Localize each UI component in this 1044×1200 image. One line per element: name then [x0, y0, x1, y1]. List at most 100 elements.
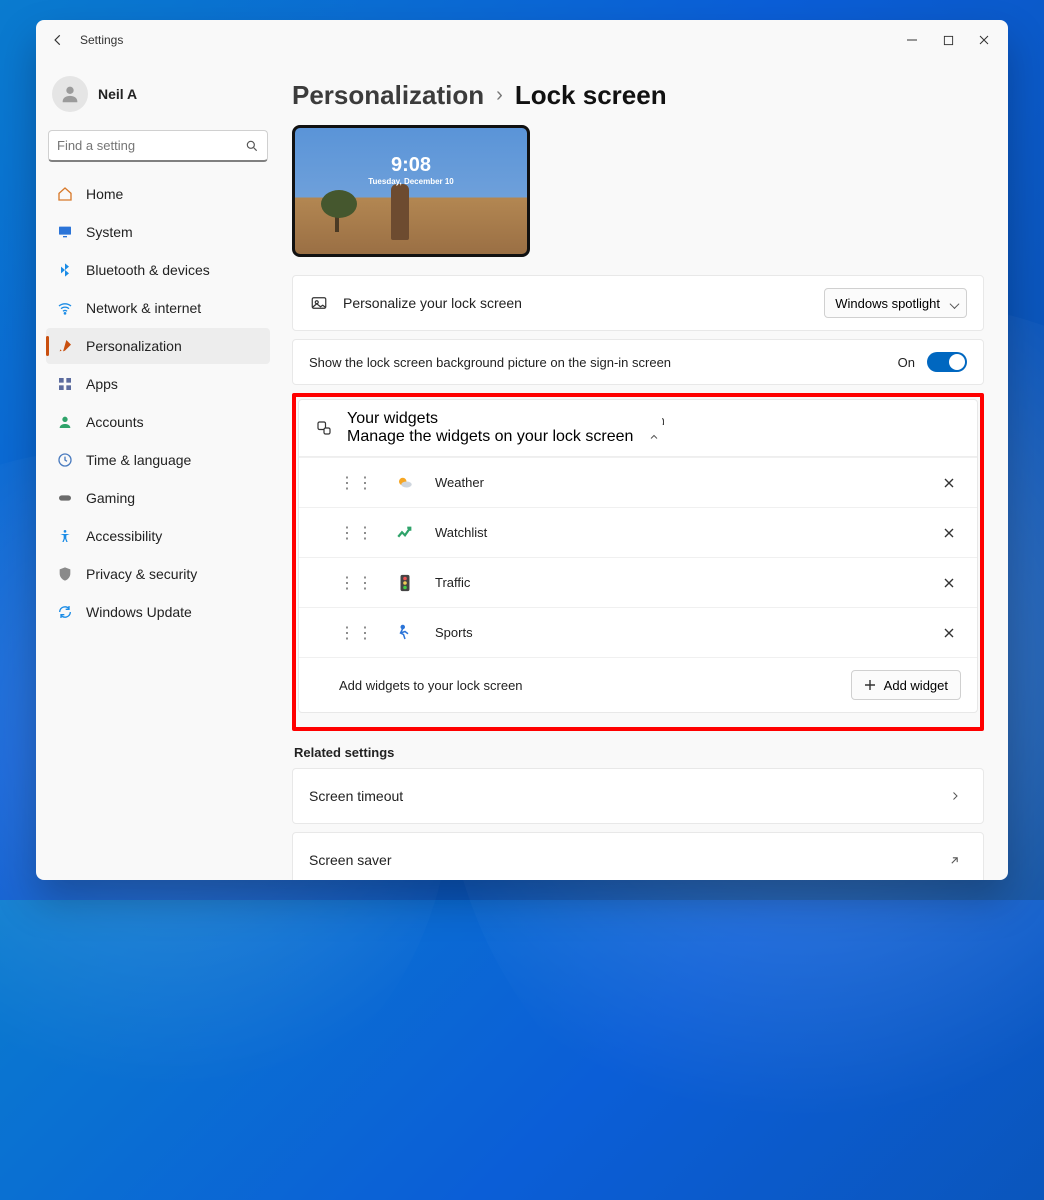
- personalize-lockscreen-row[interactable]: Personalize your lock screen Windows spo…: [293, 276, 983, 330]
- stocks-icon: [395, 523, 415, 543]
- breadcrumb-parent[interactable]: Personalization: [292, 80, 484, 111]
- nav-system[interactable]: System: [46, 214, 270, 250]
- settings-window: Settings Neil A Home System: [36, 20, 1008, 880]
- screen-saver-card[interactable]: Screen saver: [292, 832, 984, 880]
- remove-widget-button[interactable]: [937, 621, 961, 645]
- nav-windows-update[interactable]: Windows Update: [46, 594, 270, 630]
- search-icon: [245, 139, 259, 153]
- paintbrush-icon: [56, 337, 74, 355]
- nav-label: Accessibility: [86, 528, 162, 544]
- shield-icon: [56, 565, 74, 583]
- close-icon: [943, 477, 955, 489]
- gamepad-icon: [56, 489, 74, 507]
- minimize-button[interactable]: [894, 26, 930, 54]
- widget-watchlist-row[interactable]: ⋮⋮ Watchlist: [299, 507, 977, 557]
- plus-icon: [864, 679, 876, 691]
- nav-label: Home: [86, 186, 123, 202]
- drag-handle-icon[interactable]: ⋮⋮: [339, 523, 375, 543]
- widgets-icon: [315, 419, 333, 437]
- clock-icon: [56, 451, 74, 469]
- preview-date: Tuesday, December 10: [295, 177, 527, 186]
- app-title: Settings: [80, 33, 123, 47]
- avatar: [52, 76, 88, 112]
- preview-time: 9:08: [295, 154, 527, 177]
- widget-name: Weather: [435, 475, 484, 490]
- drag-handle-icon[interactable]: ⋮⋮: [339, 573, 375, 593]
- apps-icon: [56, 375, 74, 393]
- widget-traffic-row[interactable]: ⋮⋮ Traffic: [299, 557, 977, 607]
- account-icon: [56, 413, 74, 431]
- accessibility-icon: [56, 527, 74, 545]
- close-icon: [978, 34, 990, 46]
- maximize-button[interactable]: [930, 26, 966, 54]
- weather-icon: [395, 473, 415, 493]
- personalize-lockscreen-card: Personalize your lock screen Windows spo…: [292, 275, 984, 331]
- wifi-icon: [56, 299, 74, 317]
- widget-name: Watchlist: [435, 525, 487, 540]
- nav-time-language[interactable]: Time & language: [46, 442, 270, 478]
- nav-home[interactable]: Home: [46, 176, 270, 212]
- drag-handle-icon[interactable]: ⋮⋮: [339, 473, 375, 493]
- user-block[interactable]: Neil A: [42, 66, 274, 126]
- nav-gaming[interactable]: Gaming: [46, 480, 270, 516]
- close-icon: [943, 527, 955, 539]
- nav-label: Accounts: [86, 414, 144, 430]
- row-title: Screen saver: [309, 852, 391, 868]
- content: Personalization › Lock screen 9:08 Tuesd…: [280, 60, 1008, 880]
- back-button[interactable]: [42, 24, 74, 56]
- update-icon: [56, 603, 74, 621]
- nav-accounts[interactable]: Accounts: [46, 404, 270, 440]
- annotation-highlight: Your widgets Manage the widgets on your …: [292, 393, 984, 731]
- user-name: Neil A: [98, 86, 137, 102]
- widget-name: Sports: [435, 625, 473, 640]
- sports-icon: [395, 623, 415, 643]
- signin-bg-row: Show the lock screen background picture …: [293, 340, 983, 384]
- nav-label: Personalization: [86, 338, 182, 354]
- home-icon: [56, 185, 74, 203]
- nav-personalization[interactable]: Personalization: [46, 328, 270, 364]
- drag-handle-icon[interactable]: ⋮⋮: [339, 623, 375, 643]
- breadcrumb: Personalization › Lock screen: [292, 80, 984, 111]
- search-box[interactable]: [48, 130, 268, 162]
- row-title: Personalize your lock screen: [343, 295, 522, 311]
- lockscreen-preview[interactable]: 9:08 Tuesday, December 10: [292, 125, 530, 257]
- widget-name: Traffic: [435, 575, 470, 590]
- add-widget-button[interactable]: Add widget: [851, 670, 961, 700]
- lockscreen-mode-select[interactable]: Windows spotlight: [824, 288, 967, 318]
- nav-label: Privacy & security: [86, 566, 197, 582]
- monitor-icon: [56, 223, 74, 241]
- nav-label: Windows Update: [86, 604, 192, 620]
- signin-bg-toggle[interactable]: [927, 352, 967, 372]
- widgets-subtitle: Manage the widgets on your lock screen: [347, 428, 633, 446]
- nav-privacy[interactable]: Privacy & security: [46, 556, 270, 592]
- remove-widget-button[interactable]: [937, 571, 961, 595]
- row-title: Screen timeout: [309, 788, 403, 804]
- sidebar: Neil A Home System Bluetooth & devices N…: [36, 60, 280, 880]
- breadcrumb-current: Lock screen: [515, 80, 667, 111]
- nav-label: Bluetooth & devices: [86, 262, 210, 278]
- nav-apps[interactable]: Apps: [46, 366, 270, 402]
- picture-icon: [309, 293, 329, 313]
- titlebar: Settings: [36, 20, 1008, 60]
- widget-weather-row[interactable]: ⋮⋮ Weather: [299, 457, 977, 507]
- nav-label: System: [86, 224, 133, 240]
- screen-timeout-card[interactable]: Screen timeout: [292, 768, 984, 824]
- nav-network[interactable]: Network & internet: [46, 290, 270, 326]
- chevron-up-icon[interactable]: [647, 430, 661, 444]
- close-button[interactable]: [966, 26, 1002, 54]
- add-widget-text: Add widgets to your lock screen: [339, 678, 523, 693]
- toggle-state: On: [898, 355, 915, 370]
- widget-sports-row[interactable]: ⋮⋮ Sports: [299, 607, 977, 657]
- close-icon: [943, 627, 955, 639]
- widgets-header[interactable]: Your widgets Manage the widgets on your …: [299, 400, 977, 457]
- arrow-left-icon: [51, 33, 65, 47]
- remove-widget-button[interactable]: [937, 521, 961, 545]
- nav-accessibility[interactable]: Accessibility: [46, 518, 270, 554]
- bluetooth-icon: [56, 261, 74, 279]
- widgets-card: Your widgets Manage the widgets on your …: [298, 399, 978, 713]
- person-icon: [59, 83, 81, 105]
- preview-clock: 9:08 Tuesday, December 10: [295, 154, 527, 186]
- nav-bluetooth[interactable]: Bluetooth & devices: [46, 252, 270, 288]
- search-input[interactable]: [57, 138, 245, 153]
- remove-widget-button[interactable]: [937, 471, 961, 495]
